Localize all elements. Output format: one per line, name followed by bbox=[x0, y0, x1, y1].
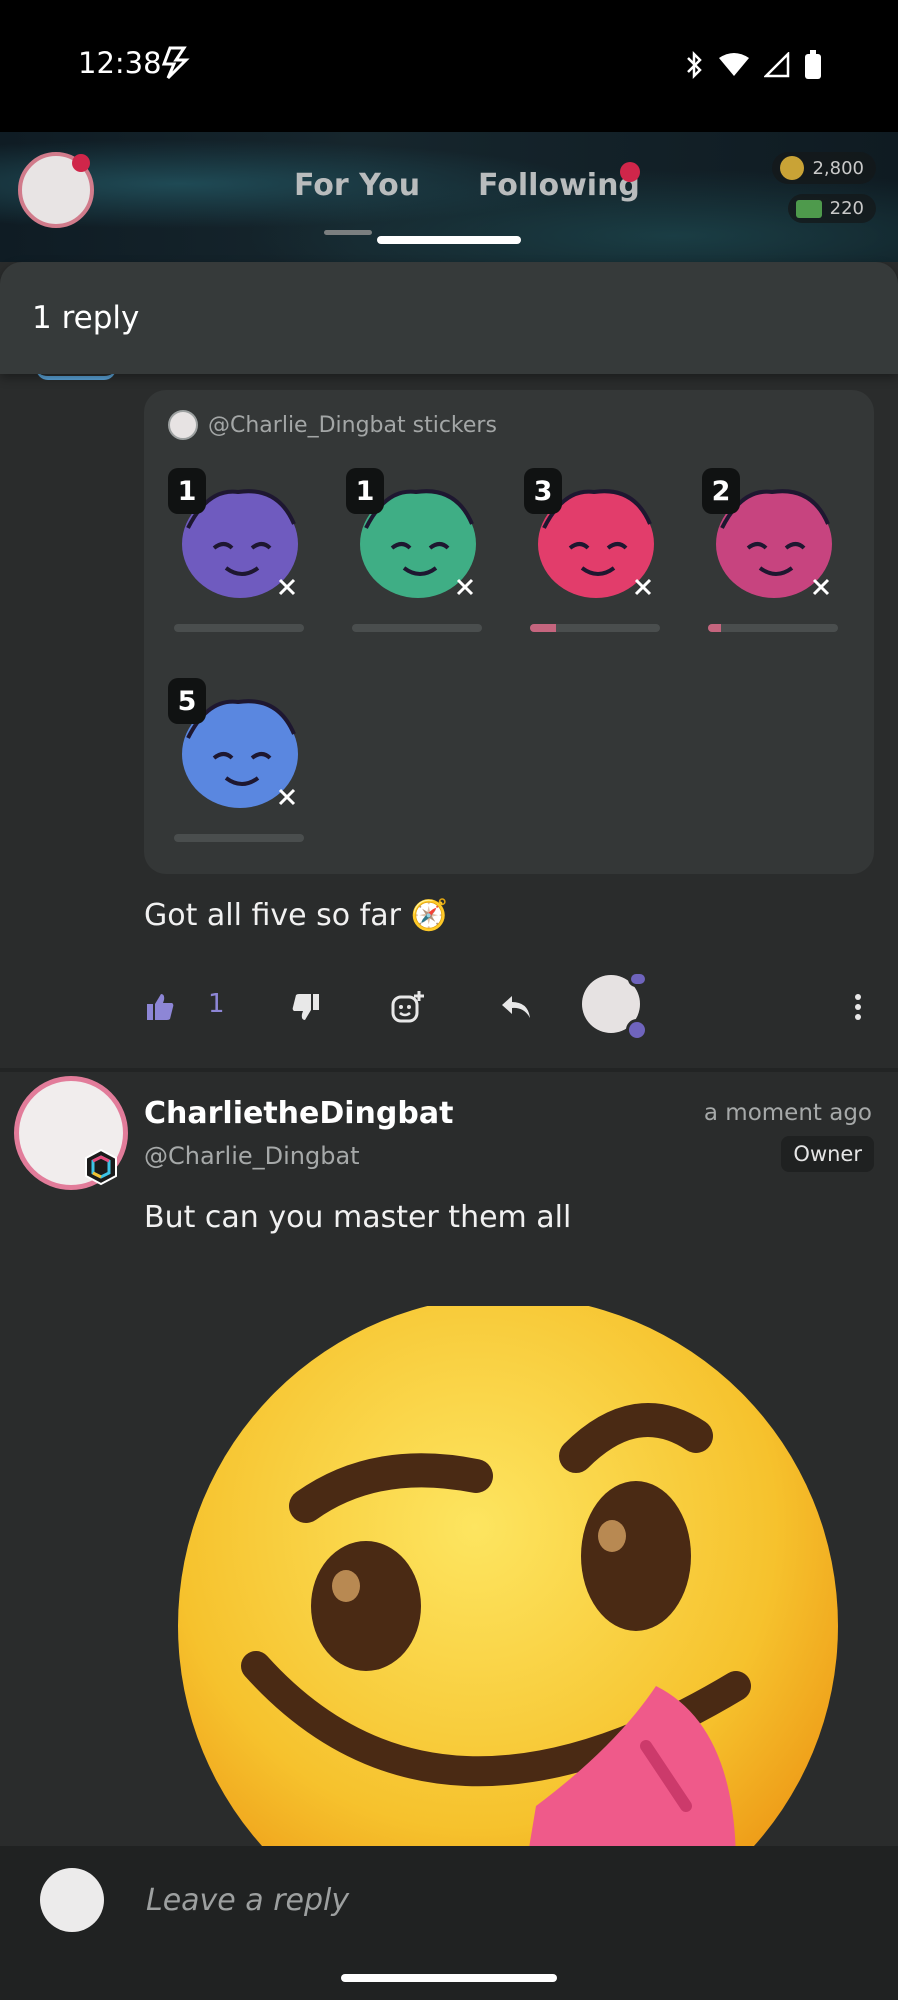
sticker-count-badge: 5 bbox=[168, 678, 206, 724]
divider bbox=[0, 1068, 898, 1072]
coin-icon bbox=[780, 156, 805, 180]
thumbs-down-icon bbox=[292, 994, 319, 1020]
comment-actions: 1 bbox=[0, 971, 898, 1041]
app-header: For You Following 2,800 220 bbox=[0, 132, 898, 262]
reply-arrow-icon bbox=[502, 996, 530, 1018]
my-avatar bbox=[40, 1868, 104, 1932]
signal-icon bbox=[764, 52, 790, 78]
sticker-progress-bar bbox=[174, 834, 304, 842]
add-sticker-icon bbox=[391, 991, 424, 1023]
sticker-item[interactable]: 5 bbox=[168, 678, 308, 818]
more-options-button[interactable] bbox=[836, 985, 880, 1029]
sticker-item[interactable]: 1 bbox=[168, 468, 308, 608]
gesture-navbar bbox=[0, 1950, 898, 2000]
tab-indicator-small bbox=[324, 230, 372, 235]
reply-input[interactable] bbox=[144, 1872, 844, 1928]
sticker-progress-bar bbox=[174, 624, 304, 632]
dislike-button[interactable] bbox=[284, 985, 328, 1029]
coin-count: 2,800 bbox=[812, 157, 864, 179]
cash-icon bbox=[795, 199, 822, 218]
notification-dot bbox=[72, 154, 90, 172]
comment-text: Got all five so far 🧭 bbox=[144, 898, 448, 933]
sticker-progress-bar bbox=[708, 624, 838, 632]
sticker-progress-fill bbox=[530, 624, 556, 632]
more-vertical-icon bbox=[855, 994, 861, 1020]
sticker-item[interactable]: 2 bbox=[702, 468, 842, 608]
battery-icon bbox=[805, 50, 821, 79]
cash-balance[interactable]: 220 bbox=[787, 194, 876, 223]
sticker-progress-fill bbox=[708, 624, 721, 632]
like-count: 1 bbox=[208, 989, 225, 1019]
coin-balance[interactable]: 2,800 bbox=[772, 152, 876, 184]
post-text: But can you master them all bbox=[144, 1200, 572, 1235]
sheet-title: 1 reply bbox=[32, 300, 140, 336]
sticker-count-badge: 1 bbox=[168, 468, 206, 514]
sticker-item[interactable]: 1 bbox=[346, 468, 486, 608]
sticker-progress-bar bbox=[352, 624, 482, 632]
owner-badge: Owner bbox=[781, 1136, 874, 1172]
sticker-pack-title: @Charlie_Dingbat stickers bbox=[208, 412, 497, 438]
home-indicator[interactable] bbox=[341, 1974, 557, 1982]
sticker-count-badge: 2 bbox=[702, 468, 740, 514]
like-button[interactable] bbox=[138, 985, 182, 1029]
cash-count: 220 bbox=[829, 198, 864, 219]
reply-button[interactable] bbox=[494, 985, 538, 1029]
post-timestamp: a moment ago bbox=[703, 1100, 872, 1126]
winking-tongue-emoji bbox=[176, 1306, 840, 1846]
bolt-icon bbox=[161, 46, 190, 80]
bluetooth-icon bbox=[687, 50, 702, 80]
sticker-progress-bar bbox=[530, 624, 660, 632]
sticker-count-badge: 1 bbox=[346, 468, 384, 514]
clock: 12:38 bbox=[78, 46, 162, 80]
tab-indicator bbox=[377, 236, 521, 244]
sticker-item[interactable]: 3 bbox=[524, 468, 664, 608]
sheet-header[interactable]: 1 reply bbox=[0, 262, 898, 374]
sticker-count-badge: 3 bbox=[524, 468, 562, 514]
hexagon-badge-icon bbox=[85, 1148, 117, 1186]
like-indicator-badge bbox=[626, 1019, 648, 1041]
reply-indicator-badge bbox=[628, 971, 648, 987]
post-username[interactable]: CharlietheDingbat bbox=[144, 1096, 453, 1131]
add-sticker-button[interactable] bbox=[386, 985, 430, 1029]
sticker-pack-card[interactable]: @Charlie_Dingbat stickers 1 1 3 2 5 bbox=[144, 390, 874, 874]
sticker-pack-header: @Charlie_Dingbat stickers bbox=[168, 410, 497, 440]
post-handle: @Charlie_Dingbat bbox=[144, 1142, 360, 1170]
status-icons bbox=[684, 50, 822, 80]
status-bar: 12:38 bbox=[0, 0, 898, 132]
sticker-pack-avatar bbox=[168, 410, 198, 440]
reply-bar bbox=[0, 1846, 898, 1950]
tab-for-you[interactable]: For You bbox=[294, 168, 420, 203]
tab-following[interactable]: Following bbox=[478, 168, 640, 203]
thumbs-up-icon bbox=[147, 994, 174, 1020]
wifi-icon bbox=[719, 53, 749, 76]
following-notification-dot bbox=[620, 162, 640, 182]
